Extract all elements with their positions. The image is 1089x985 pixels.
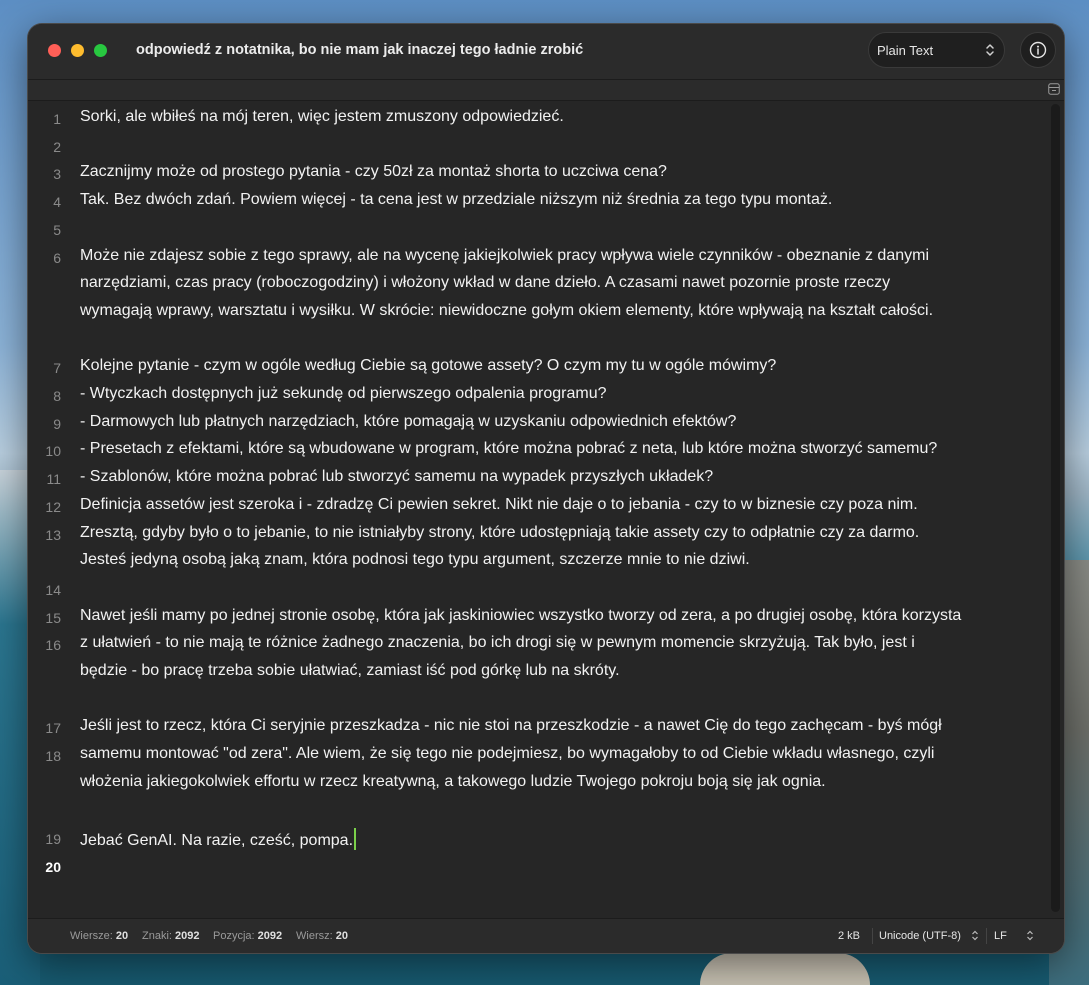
status-bar: Wiersze: 20 Znaki: 2092 Pozycja: 2092 Wi… — [28, 918, 1064, 953]
info-icon — [1029, 41, 1047, 59]
line-ending-select[interactable]: LF — [994, 930, 1007, 942]
info-button[interactable] — [1020, 32, 1056, 68]
line-number: 15 — [45, 609, 61, 626]
char-count-label: Znaki: — [142, 930, 172, 942]
encoding-select[interactable]: Unicode (UTF-8) — [879, 930, 961, 942]
text-line: - Wtyczkach dostępnych już sekundę od pi… — [80, 385, 607, 402]
line-number: 17 — [45, 720, 61, 737]
up-down-chevron-icon — [986, 44, 994, 56]
line-number: 5 — [53, 221, 61, 238]
line-number: 4 — [53, 194, 61, 211]
line-count-label: Wiersze: — [70, 930, 113, 942]
line-number: 14 — [45, 581, 61, 598]
line-number: 2 — [53, 138, 61, 155]
title-bar: odpowiedź z notatnika, bo nie mam jak in… — [28, 24, 1064, 80]
line-count: Wiersze: 20 — [70, 930, 128, 942]
text-line: narzędziami, czas pracy (roboczogodziny)… — [80, 274, 891, 292]
window-title: odpowiedź z notatnika, bo nie mam jak in… — [136, 42, 584, 58]
line-number: 19 — [45, 831, 61, 848]
line-number: 16 — [45, 637, 61, 654]
line-number: 12 — [45, 498, 61, 515]
text-line: Jeśli jest to rzecz, która Ci seryjnie p… — [80, 717, 942, 735]
text-line: Jebać GenAI. Na razie, cześć, pompa. — [80, 828, 1030, 851]
text-line: - Szablonów, które można pobrać lub stwo… — [80, 468, 714, 486]
line-number: 10 — [45, 443, 61, 460]
close-window-button[interactable] — [48, 44, 61, 57]
toolbar-strip — [28, 80, 1064, 101]
status-divider — [986, 928, 987, 944]
cursor-position-value: 2092 — [257, 930, 283, 942]
text-line: samemu montować "od zera". Ale wiem, że … — [80, 745, 935, 763]
current-line-label: Wiersz: — [296, 930, 333, 942]
format-select-label: Plain Text — [877, 43, 934, 58]
text-line: Zacznijmy może od prostego pytania - czy… — [80, 163, 667, 181]
editor-window: odpowiedź z notatnika, bo nie mam jak in… — [28, 24, 1064, 953]
format-select[interactable]: Plain Text — [868, 32, 1005, 68]
current-line: Wiersz: 20 — [296, 930, 348, 942]
minimize-window-button[interactable] — [71, 44, 84, 57]
text-line: Sorki, ale wbiłeś na mój teren, więc jes… — [80, 108, 564, 125]
text-line: Może nie zdajesz sobie z tego sprawy, al… — [80, 246, 929, 264]
text-line: Definicja assetów jest szeroka i - zdrad… — [80, 495, 918, 513]
current-line-value: 20 — [335, 930, 348, 942]
line-number: 9 — [53, 415, 61, 432]
cursor-position-label: Pozycja: — [213, 930, 255, 942]
text-line: Nawet jeśli mamy po jednej stronie osobę… — [80, 606, 962, 624]
text-editor[interactable]: 1 2 3 4 5 6 7 8 9 10 11 12 13 14 15 16 17 18 19 20 Sorki, a… — [28, 101, 1064, 919]
text-line: Kolejne pytanie - czym w ogóle według Ci… — [80, 357, 777, 375]
text-line: Jesteś jedyną osobą jaką znam, która pod… — [80, 551, 750, 569]
line-ending-chevron-icon — [1027, 930, 1033, 941]
text-line: - Presetach z efektami, które są wbudowa… — [80, 440, 938, 458]
line-number: 13 — [45, 526, 61, 543]
line-count-value: 20 — [115, 930, 129, 942]
sidebar-toggle-icon[interactable] — [1048, 83, 1060, 95]
text-line: Zresztą, gdyby było o to jebanie, to nie… — [80, 523, 920, 541]
desktop-wallpaper-rock — [700, 953, 870, 985]
vertical-scrollbar[interactable] — [1051, 104, 1060, 912]
text-line: - Darmowych lub płatnych narzędziach, kt… — [80, 412, 737, 430]
line-number: 8 — [53, 388, 61, 404]
cursor-position: Pozycja: 2092 — [213, 930, 282, 942]
char-count-value: 2092 — [175, 930, 200, 942]
zoom-window-button[interactable] — [94, 44, 107, 57]
line-number: 3 — [53, 166, 61, 183]
line-number: 18 — [45, 748, 61, 765]
line-number: 11 — [46, 471, 61, 488]
line-number: 1 — [53, 111, 61, 127]
text-line: włożenia jakiegokolwiek effortu w rzecz … — [80, 772, 826, 790]
text-line: z ułatwień - to nie mają te różnice żadn… — [80, 634, 915, 652]
file-size: 2 kB — [838, 930, 861, 942]
text-line: wymagają wprawy, warsztatu i wysiłku. W … — [80, 301, 934, 319]
char-count: Znaki: 2092 — [142, 930, 200, 942]
line-number: 6 — [53, 249, 61, 266]
line-number: 20 — [45, 858, 61, 875]
line-number: 7 — [53, 360, 61, 377]
text-caret — [354, 828, 357, 851]
encoding-chevron-icon — [972, 930, 978, 941]
status-divider — [872, 928, 873, 944]
text-line: będzie - bo pracę trzeba sobie ułatwiać,… — [80, 662, 620, 679]
text-line: Tak. Bez dwóch zdań. Powiem więcej - ta … — [80, 191, 833, 209]
